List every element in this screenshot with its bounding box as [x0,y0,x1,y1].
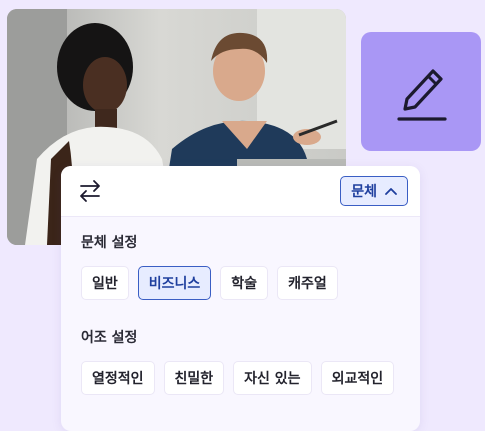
edit-tile-button[interactable] [361,32,481,151]
style-option-business[interactable]: 비즈니스 [137,266,212,300]
style-dropdown-button[interactable]: 문체 [340,176,408,206]
style-section-title: 문체 설정 [81,235,138,251]
tone-section-title: 어조 설정 [81,330,138,346]
tone-option-friendly[interactable]: 친밀한 [163,361,225,395]
swap-arrows-icon[interactable] [78,178,102,204]
tone-option-confident[interactable]: 자신 있는 [233,361,312,395]
chevron-up-icon [385,188,397,195]
style-popup: 문체 문체 설정 일반 비즈니스 학술 캐주얼 어조 설정 열정적인 친밀한 자… [61,166,420,431]
tone-option-passionate[interactable]: 열정적인 [81,361,155,395]
style-option-academic[interactable]: 학술 [220,266,269,300]
tone-options: 열정적인 친밀한 자신 있는 외교적인 [81,361,395,395]
popup-header: 문체 [61,166,420,217]
style-options: 일반 비즈니스 학술 캐주얼 [81,266,338,300]
tone-option-diplomatic[interactable]: 외교적인 [320,361,395,395]
style-option-general[interactable]: 일반 [81,266,129,300]
pencil-edit-icon [397,68,447,121]
style-option-casual[interactable]: 캐주얼 [277,266,338,300]
dropdown-label: 문체 [351,184,377,200]
